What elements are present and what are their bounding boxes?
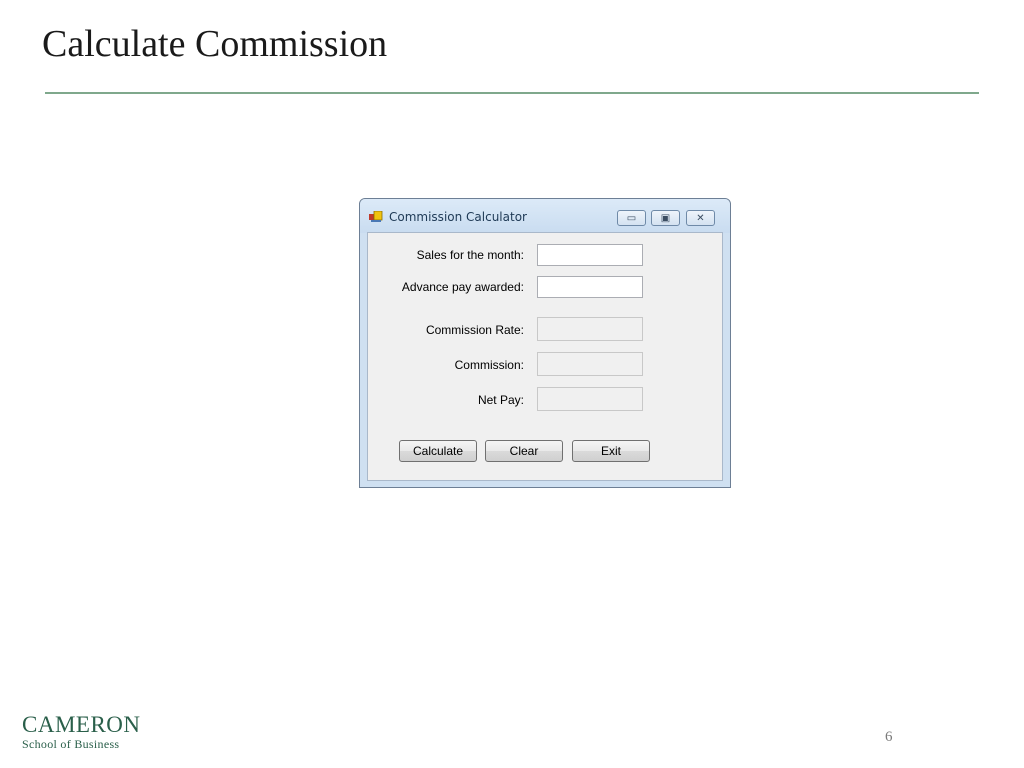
net-pay-output <box>537 387 643 411</box>
cameron-logo: CAMERON School of Business <box>22 712 141 752</box>
close-icon: ✕ <box>696 212 705 224</box>
logo-line-1: CAMERON <box>22 712 141 737</box>
sales-input[interactable] <box>537 244 643 266</box>
window-title: Commission Calculator <box>389 210 527 224</box>
clear-button[interactable]: Clear <box>485 440 563 462</box>
net-pay-label: Net Pay: <box>477 393 524 407</box>
sales-label: Sales for the month: <box>416 248 524 262</box>
commission-output <box>537 352 643 376</box>
close-button[interactable]: ✕ <box>686 210 715 226</box>
maximize-icon: ▣ <box>660 212 671 224</box>
commission-rate-output <box>537 317 643 341</box>
exit-button[interactable]: Exit <box>572 440 650 462</box>
calculate-button[interactable]: Calculate <box>399 440 477 462</box>
page-number: 6 <box>885 729 893 745</box>
advance-pay-input[interactable] <box>537 276 643 298</box>
advance-pay-label: Advance pay awarded: <box>401 280 524 294</box>
logo-line-2: School of Business <box>22 737 120 751</box>
commission-calculator-window: Commission Calculator ▭ ▣ ✕ Sales for th… <box>359 198 731 488</box>
form-client-area: Sales for the month: Advance pay awarded… <box>367 232 723 481</box>
slide-title: Calculate Commission <box>42 23 388 65</box>
window-titlebar[interactable]: Commission Calculator ▭ ▣ ✕ <box>360 199 730 233</box>
commission-label: Commission: <box>454 358 524 372</box>
minimize-icon: ▭ <box>626 212 637 224</box>
title-divider <box>45 92 979 94</box>
minimize-button[interactable]: ▭ <box>617 210 646 226</box>
app-icon <box>369 211 383 222</box>
maximize-button[interactable]: ▣ <box>651 210 680 226</box>
commission-rate-label: Commission Rate: <box>425 323 524 337</box>
